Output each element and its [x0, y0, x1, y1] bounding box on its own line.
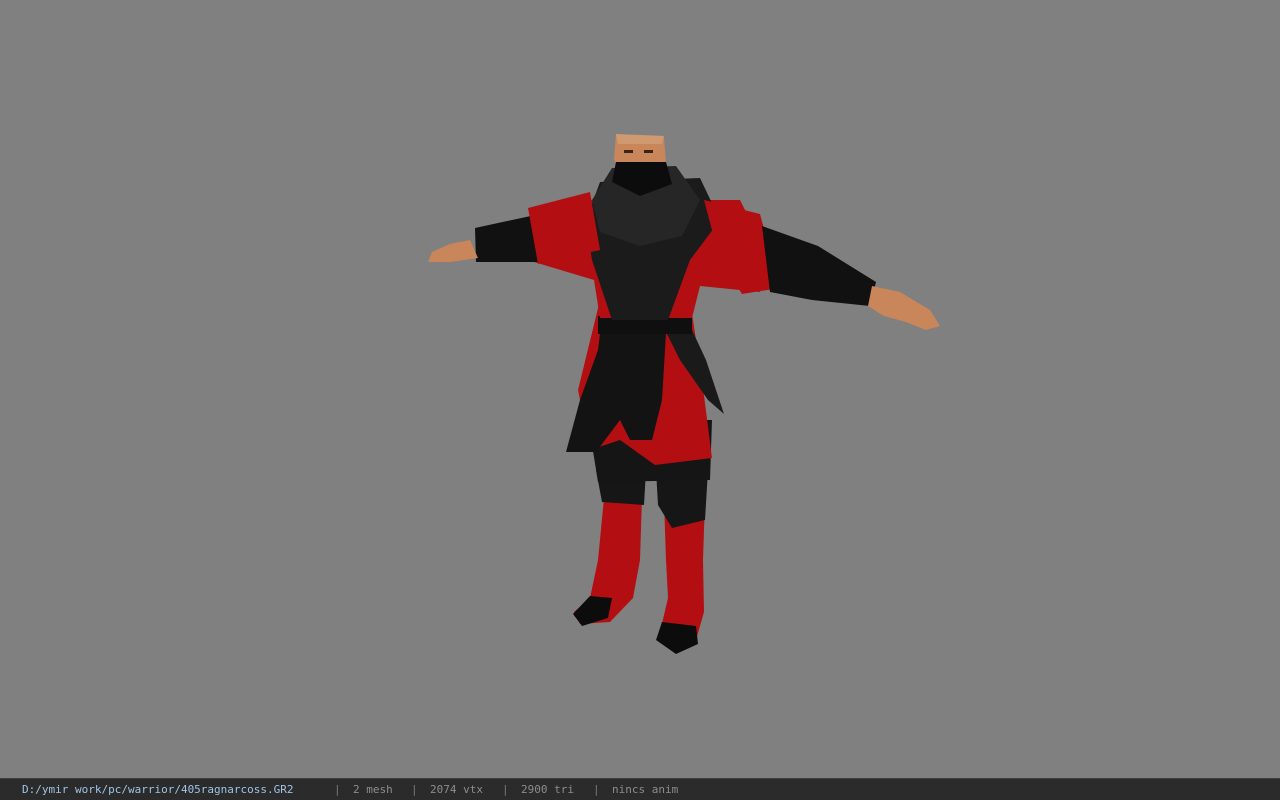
vertex-count-label: 2074 vtx — [430, 783, 483, 796]
3d-viewport[interactable] — [0, 0, 1280, 778]
right-shoe — [656, 622, 698, 654]
hair — [616, 134, 664, 144]
status-bar: D:/ymir work/pc/warrior/405ragnarcoss.GR… — [0, 778, 1280, 800]
triangle-count-label: 2900 tri — [521, 783, 574, 796]
status-separator: | — [334, 783, 341, 796]
animation-status-label: nincs anim — [612, 783, 679, 796]
right-hand — [868, 286, 940, 330]
character-model — [428, 134, 940, 654]
mesh-count-label: 2 mesh — [353, 783, 393, 796]
character-warrior-icon — [428, 134, 940, 654]
status-separator: | — [411, 783, 418, 796]
status-separator: | — [502, 783, 509, 796]
file-path-label: D:/ymir work/pc/warrior/405ragnarcoss.GR… — [22, 783, 294, 796]
left-eye — [624, 150, 633, 153]
right-eye — [644, 150, 653, 153]
right-sleeve — [762, 226, 876, 306]
status-separator: | — [593, 783, 600, 796]
left-hand — [428, 240, 478, 262]
